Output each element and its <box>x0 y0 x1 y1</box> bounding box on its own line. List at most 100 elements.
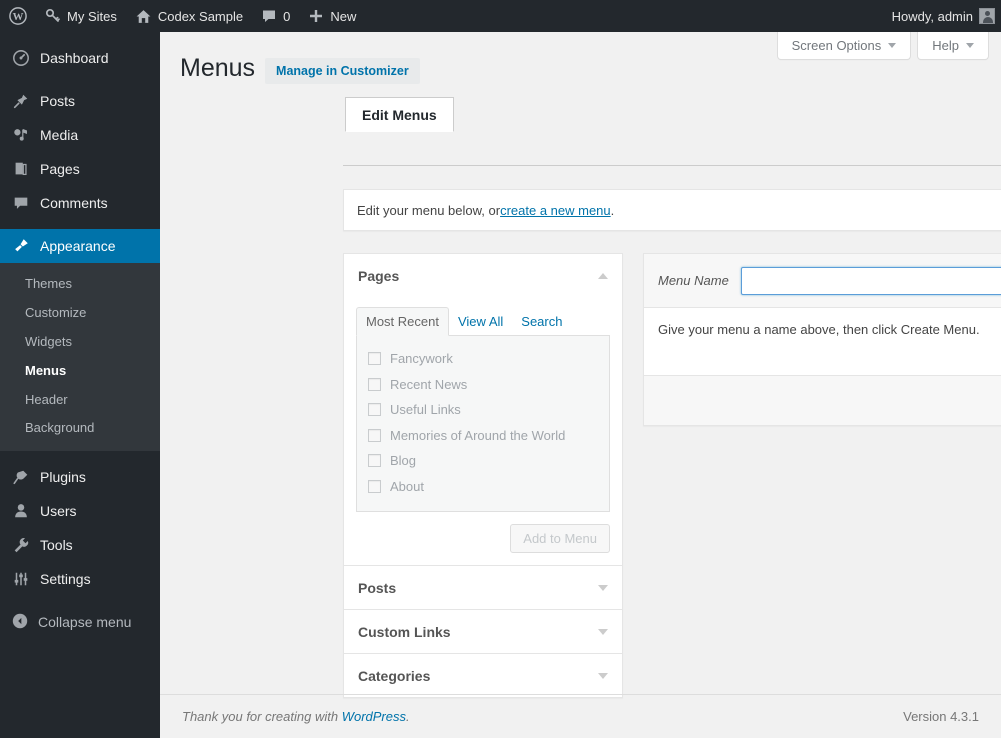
checkbox[interactable] <box>368 454 381 467</box>
tab-most-recent[interactable]: Most Recent <box>356 307 449 336</box>
list-item-label: Blog <box>390 451 416 471</box>
custom-links-postbox-title: Custom Links <box>358 624 451 640</box>
checkbox[interactable] <box>368 429 381 442</box>
comment-bubble-icon <box>261 8 277 24</box>
list-item[interactable]: Recent News <box>368 372 598 398</box>
sliders-icon <box>11 569 31 589</box>
custom-links-postbox-header[interactable]: Custom Links <box>344 610 622 653</box>
sidebar-item-media[interactable]: Media <box>0 118 160 152</box>
list-item[interactable]: Blog <box>368 448 598 474</box>
list-item[interactable]: Fancywork <box>368 346 598 372</box>
categories-postbox-header[interactable]: Categories <box>344 654 622 697</box>
wordpress-logo-icon: W <box>9 7 27 25</box>
wrench-icon <box>11 535 31 555</box>
sidebar-item-tools[interactable]: Tools <box>0 528 160 562</box>
sidebar-item-settings[interactable]: Settings <box>0 562 160 596</box>
list-item-label: Memories of Around the World <box>390 426 565 446</box>
admin-bar-spacer <box>365 0 882 32</box>
triangle-down-icon[interactable] <box>598 629 608 635</box>
appearance-submenu: Themes Customize Widgets Menus Header Ba… <box>0 263 160 451</box>
screen-options-button[interactable]: Screen Options <box>777 32 912 60</box>
list-item-label: Recent News <box>390 375 467 395</box>
menu-instruction: Give your menu a name above, then click … <box>644 308 1001 375</box>
add-to-menu-button[interactable]: Add to Menu <box>510 524 610 553</box>
sidebar-item-label: Pages <box>40 162 80 176</box>
sidebar-item-appearance[interactable]: Appearance <box>0 229 160 263</box>
sidebar-item-plugins[interactable]: Plugins <box>0 460 160 494</box>
tab-view-all[interactable]: View All <box>449 308 512 335</box>
sidebar-subitem-themes[interactable]: Themes <box>0 270 160 299</box>
collapse-menu-button[interactable]: Collapse menu <box>0 605 160 639</box>
posts-postbox: Posts <box>343 566 623 610</box>
footer-thanks-after: . <box>406 709 410 724</box>
checkbox[interactable] <box>368 378 381 391</box>
svg-text:W: W <box>13 11 24 23</box>
tab-bar: Edit Menus <box>345 96 454 131</box>
triangle-down-icon[interactable] <box>598 673 608 679</box>
sidebar-item-posts[interactable]: Posts <box>0 84 160 118</box>
sidebar-subitem-customize[interactable]: Customize <box>0 299 160 328</box>
sidebar-item-label: Tools <box>40 538 73 552</box>
home-icon <box>135 8 152 25</box>
sidebar-subitem-background[interactable]: Background <box>0 414 160 443</box>
tab-search[interactable]: Search <box>512 308 571 335</box>
wordpress-logo-button[interactable]: W <box>0 0 36 32</box>
avatar <box>979 8 995 24</box>
sidebar-subitem-header[interactable]: Header <box>0 386 160 415</box>
help-label: Help <box>932 38 959 53</box>
pages-postbox: Pages Most Recent View All Search Fancyw… <box>343 253 623 566</box>
create-new-menu-link[interactable]: create a new menu <box>500 203 611 218</box>
account-menu[interactable]: Howdy, admin <box>883 0 1001 32</box>
screen-meta-links: Screen Options Help <box>777 32 989 60</box>
new-content-label: New <box>330 9 356 24</box>
comments-button[interactable]: 0 <box>252 0 299 32</box>
manage-in-customizer-button[interactable]: Manage in Customizer <box>265 58 420 84</box>
key-icon <box>45 8 61 24</box>
categories-postbox: Categories <box>343 654 623 698</box>
help-button[interactable]: Help <box>917 32 989 60</box>
user-icon <box>11 501 31 521</box>
list-item[interactable]: Useful Links <box>368 397 598 423</box>
chevron-down-icon <box>888 43 896 48</box>
list-item[interactable]: About <box>368 474 598 500</box>
sidebar-item-comments[interactable]: Comments <box>0 186 160 220</box>
most-recent-panel: Fancywork Recent News Useful Links Memor… <box>356 336 610 512</box>
menu-name-input[interactable] <box>741 267 1001 295</box>
triangle-up-icon[interactable] <box>598 273 608 279</box>
brush-icon <box>11 236 31 256</box>
pages-postbox-header[interactable]: Pages <box>344 254 622 297</box>
footer-thanks-before: Thank you for creating with <box>182 709 342 724</box>
checkbox[interactable] <box>368 352 381 365</box>
plug-icon <box>11 467 31 487</box>
wordpress-link[interactable]: WordPress <box>342 709 406 724</box>
triangle-down-icon[interactable] <box>598 585 608 591</box>
custom-links-postbox: Custom Links <box>343 610 623 654</box>
my-sites-label: My Sites <box>67 9 117 24</box>
howdy-label: Howdy, admin <box>892 9 973 24</box>
posts-postbox-header[interactable]: Posts <box>344 566 622 609</box>
checkbox[interactable] <box>368 403 381 416</box>
footer-thanks: Thank you for creating with WordPress. <box>182 709 410 724</box>
my-sites-button[interactable]: My Sites <box>36 0 126 32</box>
sidebar-subitem-widgets[interactable]: Widgets <box>0 328 160 357</box>
site-name-button[interactable]: Codex Sample <box>126 0 252 32</box>
sidebar-item-label: Comments <box>40 196 108 210</box>
checkbox[interactable] <box>368 480 381 493</box>
menu-editor: Menu Name Create Menu Give your menu a n… <box>643 253 1001 426</box>
media-icon <box>11 125 31 145</box>
sidebar-item-label: Settings <box>40 572 91 586</box>
plus-icon <box>308 8 324 24</box>
list-item[interactable]: Memories of Around the World <box>368 423 598 449</box>
sidebar-item-users[interactable]: Users <box>0 494 160 528</box>
footer-version: Version 4.3.1 <box>903 709 979 724</box>
site-name-label: Codex Sample <box>158 9 243 24</box>
sidebar-item-label: Plugins <box>40 470 86 484</box>
new-content-button[interactable]: New <box>299 0 365 32</box>
sidebar-item-pages[interactable]: Pages <box>0 152 160 186</box>
pages-tab-bar: Most Recent View All Search <box>356 307 610 336</box>
sidebar-subitem-menus[interactable]: Menus <box>0 357 160 386</box>
pin-icon <box>11 91 31 111</box>
tab-edit-menus[interactable]: Edit Menus <box>345 97 454 132</box>
menu-footer: Create Menu <box>644 375 1001 425</box>
sidebar-item-dashboard[interactable]: Dashboard <box>0 41 160 75</box>
